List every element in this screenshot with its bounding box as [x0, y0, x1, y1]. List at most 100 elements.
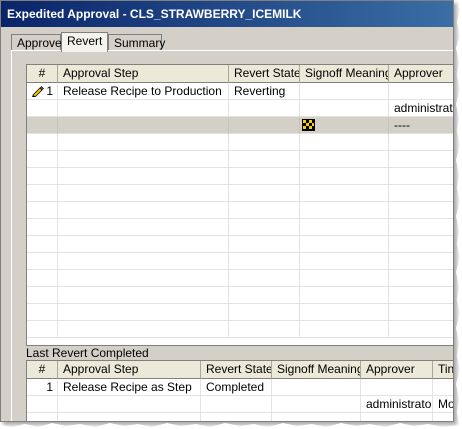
signoff-icon[interactable] [300, 117, 318, 134]
cell-approver[interactable] [389, 168, 453, 185]
cell-approver[interactable] [361, 379, 433, 396]
tab-summary[interactable]: Summary [108, 34, 165, 51]
table-row[interactable] [27, 321, 453, 338]
cell-revert-state[interactable] [229, 185, 300, 202]
table-row[interactable] [27, 270, 453, 287]
cell-approval-step[interactable] [58, 168, 229, 185]
table-row[interactable] [27, 168, 453, 185]
cell-number[interactable] [27, 117, 58, 134]
cell-signoff-meaning[interactable] [300, 304, 389, 321]
table-row[interactable] [27, 253, 453, 270]
cell-approval-step[interactable] [58, 304, 229, 321]
cell-number[interactable] [27, 321, 58, 338]
cell-number[interactable] [27, 100, 58, 117]
cell-revert-state[interactable] [229, 202, 300, 219]
cell-number[interactable] [27, 185, 58, 202]
cell-number[interactable] [27, 236, 58, 253]
cell-approver[interactable] [389, 287, 453, 304]
cell-signoff-meaning[interactable] [300, 270, 389, 287]
cell-signoff-meaning[interactable] [300, 168, 389, 185]
table-row[interactable]: administrator Mo [27, 396, 453, 413]
cell-revert-state[interactable] [201, 396, 272, 413]
cell-number[interactable] [27, 287, 58, 304]
cell-signoff-meaning[interactable] [300, 253, 389, 270]
cell-approver[interactable] [389, 202, 453, 219]
table-row[interactable] [27, 202, 453, 219]
cell-approver[interactable]: administrator [361, 396, 433, 413]
cell-approval-step[interactable] [58, 236, 229, 253]
table-row[interactable]: ---- [27, 117, 453, 134]
cell-approval-step[interactable] [58, 253, 229, 270]
cell-number[interactable] [27, 219, 58, 236]
cell-revert-state[interactable] [229, 253, 300, 270]
revert-steps-grid[interactable]: # Approval Step Revert State Signoff Mea… [26, 64, 453, 346]
cell-signoff-meaning[interactable] [300, 219, 389, 236]
cell-approval-step[interactable] [58, 185, 229, 202]
cell-signoff-meaning[interactable] [300, 321, 389, 338]
cell-approver[interactable]: ---- [389, 117, 453, 134]
column-header-signoff-meaning[interactable]: Signoff Meaning [272, 361, 361, 379]
table-row[interactable]: 1 Release Recipe as Step Completed [27, 379, 453, 396]
cell-approver[interactable] [389, 304, 453, 321]
cell-revert-state[interactable] [229, 117, 300, 134]
cell-number[interactable] [27, 168, 58, 185]
cell-approval-step[interactable] [58, 100, 229, 117]
tab-revert[interactable]: Revert [61, 32, 108, 52]
table-row[interactable] [27, 219, 453, 236]
cell-approver[interactable]: administrato [389, 100, 453, 117]
cell-approval-step[interactable] [58, 219, 229, 236]
cell-approval-step[interactable] [58, 117, 229, 134]
table-row[interactable]: 1 Release Recipe to Production Reverting [27, 83, 453, 100]
cell-revert-state[interactable] [229, 287, 300, 304]
cell-approver[interactable] [389, 253, 453, 270]
cell-approval-step[interactable] [58, 202, 229, 219]
cell-revert-state[interactable] [229, 168, 300, 185]
cell-approval-step[interactable]: Release Recipe to Production [58, 83, 229, 100]
cell-approval-step[interactable] [58, 287, 229, 304]
cell-number[interactable] [27, 253, 58, 270]
table-row[interactable] [27, 151, 453, 168]
column-header-revert-state[interactable]: Revert State [229, 65, 300, 83]
cell-signoff-meaning[interactable] [300, 134, 389, 151]
column-header-approver[interactable]: Approver [361, 361, 433, 379]
cell-revert-state[interactable] [229, 270, 300, 287]
table-row[interactable] [27, 185, 453, 202]
cell-signoff-meaning[interactable] [300, 202, 389, 219]
column-header-approval-step[interactable]: Approval Step [58, 65, 229, 83]
column-header-number[interactable]: # [27, 65, 58, 83]
cell-revert-state[interactable] [229, 100, 300, 117]
table-row[interactable] [27, 287, 453, 304]
cell-signoff-meaning[interactable] [272, 379, 361, 396]
cell-number[interactable] [27, 202, 58, 219]
cell-signoff-meaning[interactable] [300, 83, 389, 100]
table-row[interactable] [27, 134, 453, 151]
column-header-approver[interactable]: Approver [389, 65, 453, 83]
cell-approval-step[interactable] [58, 134, 229, 151]
cell-approval-step[interactable] [58, 321, 229, 338]
cell-time[interactable] [433, 379, 453, 396]
cell-signoff-meaning[interactable] [300, 151, 389, 168]
column-header-approval-step[interactable]: Approval Step [58, 361, 201, 379]
cell-revert-state[interactable] [229, 321, 300, 338]
cell-time[interactable]: Mo [433, 396, 453, 413]
table-row[interactable] [27, 304, 453, 321]
column-header-revert-state[interactable]: Revert State [201, 361, 272, 379]
cell-revert-state[interactable] [229, 134, 300, 151]
table-row[interactable] [27, 236, 453, 253]
last-revert-grid[interactable]: # Approval Step Revert State Signoff Mea… [26, 360, 453, 421]
cell-approver[interactable] [389, 236, 453, 253]
cell-approver[interactable] [389, 151, 453, 168]
column-header-time[interactable]: Tin [433, 361, 453, 379]
cell-signoff-meaning[interactable] [300, 236, 389, 253]
cell-number[interactable] [27, 134, 58, 151]
cell-approver[interactable] [389, 185, 453, 202]
column-header-signoff-meaning[interactable]: Signoff Meaning [300, 65, 389, 83]
table-row[interactable]: administrato [27, 100, 453, 117]
cell-number[interactable] [27, 396, 58, 413]
cell-approval-step[interactable] [58, 396, 201, 413]
cell-signoff-meaning[interactable] [300, 287, 389, 304]
cell-approval-step[interactable]: Release Recipe as Step [58, 379, 201, 396]
cell-signoff-meaning[interactable] [300, 185, 389, 202]
cell-approver[interactable] [389, 134, 453, 151]
cell-approver[interactable] [389, 219, 453, 236]
